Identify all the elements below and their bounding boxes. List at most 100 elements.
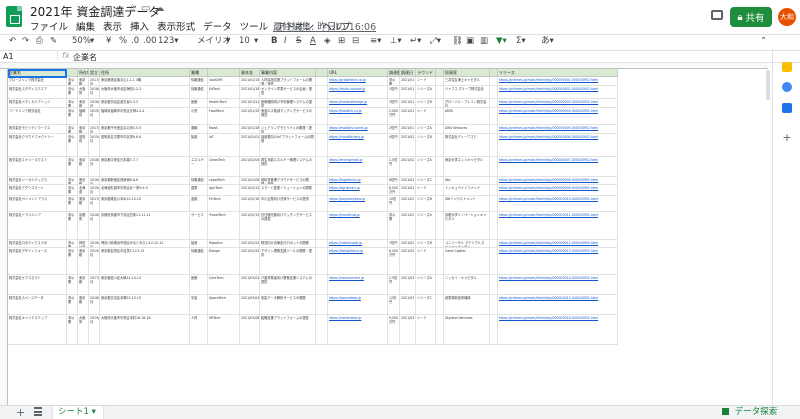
insert-chart-icon[interactable]: ▥ — [480, 36, 488, 47]
table-cell[interactable]: https://prtimes.jp/main/html/rd/p/000000… — [498, 240, 618, 248]
table-cell[interactable] — [490, 86, 498, 99]
zoom-select[interactable]: 50% — [72, 36, 91, 47]
table-cell[interactable]: SpaceTech — [208, 295, 240, 315]
number-format-select[interactable]: 123▾ — [158, 36, 179, 47]
table-cell[interactable]: FoodTech — [208, 108, 240, 125]
table-cell[interactable]: 食品ロス削減マッチングサービスの運営 — [260, 108, 316, 125]
column-header-cell[interactable]: 住所 — [100, 69, 190, 77]
table-cell[interactable] — [316, 177, 328, 185]
decrease-decimal-button[interactable]: .0 — [131, 36, 139, 47]
table-cell[interactable]: シェアリングモビリティの開発・提供 — [260, 125, 316, 134]
table-cell[interactable] — [316, 248, 328, 275]
table-cell[interactable]: 非公開 — [67, 99, 78, 108]
table-cell[interactable] — [316, 212, 328, 240]
table-cell[interactable]: 2017/08月 — [89, 196, 100, 212]
table-cell[interactable]: 2021/02/01 — [240, 134, 260, 157]
table-cell[interactable]: シード — [416, 77, 436, 86]
borders-icon[interactable]: ⊞ — [338, 36, 345, 47]
table-cell[interactable]: 非公開 — [67, 86, 78, 99]
table-cell[interactable]: 2021/02/16 — [240, 196, 260, 212]
font-size-select[interactable]: 10 — [239, 36, 250, 47]
table-cell[interactable]: 非公開 — [67, 315, 78, 345]
table-cell[interactable]: https://prtimes.jp/main/html/rd/p/000000… — [498, 185, 618, 196]
table-cell[interactable]: シリーズA — [416, 86, 436, 99]
table-cell[interactable]: 非公開 — [388, 212, 400, 240]
menu-insert[interactable]: 挿入 — [130, 19, 149, 33]
table-row[interactable]: 株式会社アグリスマート — [8, 185, 67, 196]
add-on-plus-icon[interactable]: + — [782, 132, 792, 143]
table-cell[interactable]: 宇宙 — [190, 295, 208, 315]
table-cell[interactable]: CleanTech — [208, 157, 240, 177]
table-cell[interactable]: 情報通信 — [190, 177, 208, 185]
table-cell[interactable] — [316, 99, 328, 108]
table-cell[interactable]: 2019/01月 — [89, 108, 100, 125]
table-cell[interactable]: 東京都 — [78, 157, 89, 177]
table-cell[interactable]: 2021/01 — [400, 125, 416, 134]
table-cell[interactable]: https://careerstep.jp — [328, 315, 388, 345]
table-cell[interactable]: 製造 — [190, 240, 208, 248]
table-cell[interactable]: 2021/03/08 — [240, 315, 260, 345]
table-cell[interactable]: https://medicalbridge.jp — [328, 99, 388, 108]
table-cell[interactable]: 金融 — [190, 196, 208, 212]
horizontal-align-icon[interactable]: ≡▾ — [370, 36, 381, 47]
table-cell[interactable]: 東京都 — [78, 99, 89, 108]
table-cell[interactable]: 非公開 — [388, 77, 400, 86]
table-cell[interactable]: 東京都 — [78, 248, 89, 275]
table-cell[interactable]: 東京都中央区日本橋7-7-7 — [100, 157, 190, 177]
text-color-icon[interactable]: A — [310, 36, 316, 47]
table-cell[interactable]: インキュベイトファンド — [444, 185, 490, 196]
table-cell[interactable]: 2021/03/04 — [240, 295, 260, 315]
table-cell[interactable]: エネルギー — [190, 157, 208, 177]
table-cell[interactable]: シリーズB — [416, 99, 436, 108]
table-cell[interactable]: https://prtimes.jp/main/html/rd/p/000000… — [498, 86, 618, 99]
table-cell[interactable]: シリーズA — [416, 125, 436, 134]
table-cell[interactable]: 非公開 — [67, 177, 78, 185]
table-cell[interactable]: オンライン学習サービスの企画・運営 — [260, 86, 316, 99]
table-cell[interactable]: 東京都港区南青山1-1-1 4階 — [100, 77, 190, 86]
table-cell[interactable]: 非公開 — [67, 295, 78, 315]
table-cell[interactable]: https://prtimes.jp/main/html/rd/p/000000… — [498, 196, 618, 212]
table-cell[interactable]: ANRI — [444, 108, 490, 125]
table-cell[interactable]: 2021/02/12 — [240, 185, 260, 196]
font-chevron-icon[interactable]: ▾ — [226, 36, 230, 47]
filter-icon[interactable]: ▼▾ — [496, 36, 507, 47]
table-cell[interactable] — [436, 185, 444, 196]
table-row[interactable]: 株式会社ケアコネクト — [8, 275, 67, 295]
cloud-status-icon[interactable]: ☁ — [154, 3, 168, 14]
last-edit-link[interactable]: 最終編集: 昨日の 16:06 — [273, 19, 376, 33]
table-cell[interactable]: 京都府京都市下京区四条11-11-11 — [100, 212, 190, 240]
table-cell[interactable]: グローバル・ブレイン株式会社 — [444, 99, 490, 108]
table-cell[interactable]: 2021/02/19 — [240, 212, 260, 240]
table-cell[interactable]: 東京都 — [78, 275, 89, 295]
table-cell[interactable]: 産業革新投資機構 — [444, 295, 490, 315]
table-cell[interactable]: シード — [416, 248, 436, 275]
table-cell[interactable] — [316, 77, 328, 86]
table-cell[interactable]: EdTech — [208, 86, 240, 99]
table-cell[interactable]: 非公開 — [67, 185, 78, 196]
column-header-cell[interactable]: 調達額 — [388, 69, 400, 77]
column-header-cell[interactable] — [436, 69, 444, 77]
table-cell[interactable] — [436, 275, 444, 295]
table-cell[interactable]: 2021/01 — [400, 99, 416, 108]
table-cell[interactable]: 福岡県福岡市中央区天神4-4-4 — [100, 108, 190, 125]
table-cell[interactable]: 非公開 — [67, 248, 78, 275]
table-cell[interactable]: 非公開 — [67, 196, 78, 212]
undo-icon[interactable]: ↶ — [9, 36, 16, 47]
table-cell[interactable] — [436, 108, 444, 125]
table-cell[interactable]: 2021/02 — [400, 134, 416, 157]
table-cell[interactable]: 2021/01/15 — [240, 77, 260, 86]
table-cell[interactable]: 2021/03/01 — [240, 275, 260, 295]
table-cell[interactable]: 2019/09月 — [89, 248, 100, 275]
table-cell[interactable]: https://careconnect.jp — [328, 275, 388, 295]
table-cell[interactable]: https://prtimes.jp/main/html/rd/p/000000… — [498, 108, 618, 125]
bold-icon[interactable]: B — [271, 36, 277, 47]
table-cell[interactable]: 4億円 — [388, 134, 400, 157]
table-cell[interactable]: https://prtimes.jp/main/html/rd/p/000000… — [498, 177, 618, 185]
text-rotation-icon[interactable]: ⤢▾ — [430, 36, 441, 47]
star-icon[interactable]: ☆ — [128, 3, 141, 14]
table-cell[interactable] — [316, 196, 328, 212]
table-cell[interactable] — [316, 295, 328, 315]
table-cell[interactable]: 非公開 — [67, 134, 78, 157]
table-cell[interactable]: SaaS/HR — [208, 77, 240, 86]
functions-icon[interactable]: Σ▾ — [516, 36, 526, 47]
